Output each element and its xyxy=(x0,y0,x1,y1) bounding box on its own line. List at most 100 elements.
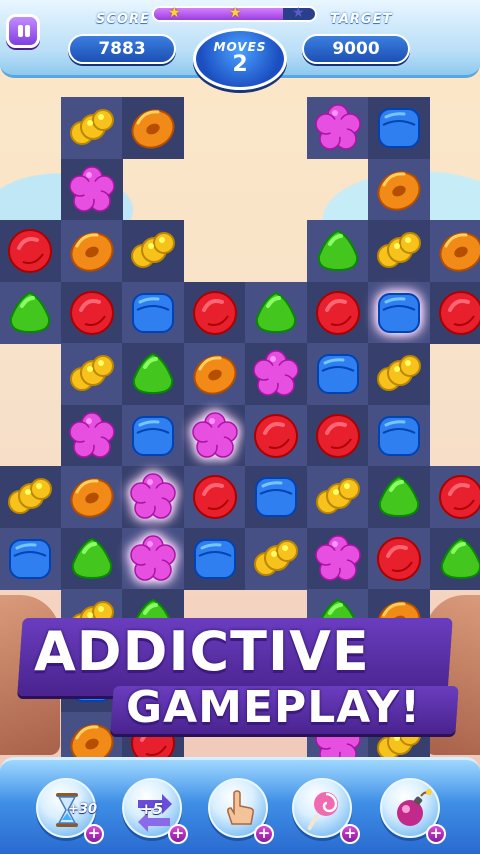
board-cell[interactable] xyxy=(368,466,430,528)
add-icon[interactable]: + xyxy=(168,824,188,844)
board-cell[interactable] xyxy=(0,281,61,344)
candy-red-icon[interactable] xyxy=(190,288,240,338)
candy-purple-icon[interactable] xyxy=(313,534,363,584)
board-cell[interactable] xyxy=(306,281,369,344)
candy-green-icon[interactable] xyxy=(128,349,178,399)
candy-red-icon[interactable] xyxy=(313,411,363,461)
candy-green-icon[interactable] xyxy=(374,472,424,522)
candy-red-icon[interactable] xyxy=(190,472,240,522)
candy-red-icon[interactable] xyxy=(436,472,480,522)
board-cell[interactable] xyxy=(0,527,61,590)
board-cell[interactable] xyxy=(429,281,480,344)
candy-purple-icon[interactable] xyxy=(313,103,363,153)
candy-red-icon[interactable] xyxy=(313,288,363,338)
candy-yellow-icon[interactable] xyxy=(128,226,178,276)
candy-orange-icon[interactable] xyxy=(128,103,178,153)
candy-green-icon[interactable] xyxy=(67,534,117,584)
board-cell[interactable] xyxy=(183,404,246,467)
add-icon[interactable]: + xyxy=(340,824,360,844)
candy-red-icon[interactable] xyxy=(251,411,301,461)
board-cell[interactable] xyxy=(306,404,369,467)
board-cell[interactable] xyxy=(306,343,369,405)
board-cell[interactable] xyxy=(122,404,184,467)
candy-green-icon[interactable] xyxy=(251,288,301,338)
board-cell[interactable] xyxy=(122,281,184,344)
board-cell[interactable] xyxy=(60,158,123,221)
candy-red-icon[interactable] xyxy=(374,534,424,584)
board-cell[interactable] xyxy=(368,97,430,159)
candy-green-icon[interactable] xyxy=(436,534,480,584)
candy-yellow-icon[interactable] xyxy=(5,472,55,522)
board-cell[interactable] xyxy=(368,158,430,221)
board-cell[interactable] xyxy=(368,281,430,344)
candy-orange-icon[interactable] xyxy=(190,349,240,399)
candy-green-icon[interactable] xyxy=(5,288,55,338)
board-cell[interactable] xyxy=(122,343,184,405)
candy-red-icon[interactable] xyxy=(5,226,55,276)
add-icon[interactable]: + xyxy=(84,824,104,844)
board-cell[interactable] xyxy=(60,527,123,590)
candy-blue-icon[interactable] xyxy=(374,288,424,338)
board-cell[interactable] xyxy=(122,466,184,528)
candy-blue-icon[interactable] xyxy=(128,411,178,461)
board-cell[interactable] xyxy=(60,466,123,528)
candy-green-icon[interactable] xyxy=(313,226,363,276)
candy-blue-icon[interactable] xyxy=(251,472,301,522)
board-cell[interactable] xyxy=(183,527,246,590)
candy-purple-icon[interactable] xyxy=(128,472,178,522)
candy-purple-icon[interactable] xyxy=(251,349,301,399)
board-cell[interactable] xyxy=(0,466,61,528)
candy-purple-icon[interactable] xyxy=(67,165,117,215)
candy-orange-icon[interactable] xyxy=(436,226,480,276)
candy-orange-icon[interactable] xyxy=(67,226,117,276)
candy-blue-icon[interactable] xyxy=(190,534,240,584)
board-cell[interactable] xyxy=(60,97,123,159)
board-cell[interactable] xyxy=(122,97,184,159)
board-cell[interactable] xyxy=(368,343,430,405)
candy-purple-icon[interactable] xyxy=(128,534,178,584)
board-cell[interactable] xyxy=(245,527,307,590)
candy-yellow-icon[interactable] xyxy=(313,472,363,522)
board-cell[interactable] xyxy=(306,466,369,528)
board-cell[interactable] xyxy=(0,220,61,282)
board-cell[interactable] xyxy=(245,343,307,405)
board-cell[interactable] xyxy=(306,97,369,159)
candy-yellow-icon[interactable] xyxy=(251,534,301,584)
board-cell[interactable] xyxy=(245,466,307,528)
candy-red-icon[interactable] xyxy=(436,288,480,338)
board-cell[interactable] xyxy=(368,527,430,590)
pause-button[interactable] xyxy=(6,14,40,48)
board-cell[interactable] xyxy=(429,220,480,282)
board-cell[interactable] xyxy=(245,281,307,344)
board-cell[interactable] xyxy=(183,343,246,405)
candy-blue-icon[interactable] xyxy=(313,349,363,399)
board-cell[interactable] xyxy=(60,220,123,282)
add-icon[interactable]: + xyxy=(254,824,274,844)
candy-yellow-icon[interactable] xyxy=(374,226,424,276)
candy-blue-icon[interactable] xyxy=(374,103,424,153)
board-cell[interactable] xyxy=(122,220,184,282)
candy-red-icon[interactable] xyxy=(67,288,117,338)
candy-orange-icon[interactable] xyxy=(374,165,424,215)
candy-orange-icon[interactable] xyxy=(67,472,117,522)
board-cell[interactable] xyxy=(306,220,369,282)
board-cell[interactable] xyxy=(122,527,184,590)
board-cell[interactable] xyxy=(60,343,123,405)
candy-blue-icon[interactable] xyxy=(374,411,424,461)
candy-purple-icon[interactable] xyxy=(67,411,117,461)
board-cell[interactable] xyxy=(183,466,246,528)
candy-purple-icon[interactable] xyxy=(190,411,240,461)
board-cell[interactable] xyxy=(429,466,480,528)
board-cell[interactable] xyxy=(306,527,369,590)
candy-blue-icon[interactable] xyxy=(5,534,55,584)
board-cell[interactable] xyxy=(60,404,123,467)
candy-blue-icon[interactable] xyxy=(128,288,178,338)
board-cell[interactable] xyxy=(368,404,430,467)
candy-yellow-icon[interactable] xyxy=(374,349,424,399)
board-cell[interactable] xyxy=(368,220,430,282)
candy-yellow-icon[interactable] xyxy=(67,103,117,153)
board-cell[interactable] xyxy=(183,281,246,344)
candy-yellow-icon[interactable] xyxy=(67,349,117,399)
add-icon[interactable]: + xyxy=(426,824,446,844)
board-cell[interactable] xyxy=(60,281,123,344)
